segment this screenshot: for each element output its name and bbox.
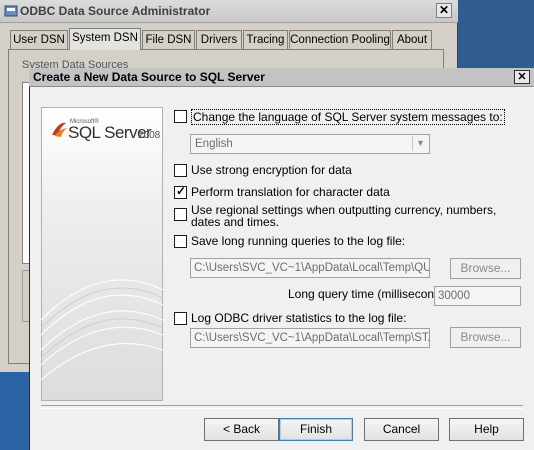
strong-encryption-checkbox[interactable] [174,164,187,177]
strong-encryption-label: Use strong encryption for data [191,163,352,177]
perform-translation-checkbox[interactable] [174,184,187,199]
back-button[interactable]: < Back [204,418,279,441]
tab-file-dsn[interactable]: File DSN [142,30,195,49]
dialog-close-button[interactable]: ✕ [514,70,530,84]
dialog-divider [41,405,523,409]
odbc-admin-close-button[interactable]: ✕ [436,3,452,18]
save-long-queries-checkbox[interactable] [174,235,187,248]
change-language-label: Change the language of SQL Server system… [191,109,505,125]
desktop-background-left [0,372,30,450]
long-query-log-path-input[interactable]: C:\Users\SVC_VC~1\AppData\Local\Temp\QUI [190,258,430,278]
tab-system-dsn[interactable]: System DSN [69,28,141,50]
help-button[interactable]: Help [449,418,524,441]
stats-log-path-input[interactable]: C:\Users\SVC_VC~1\AppData\Local\Temp\STA [190,328,430,348]
odbc-app-icon [4,5,18,17]
long-query-time-input[interactable]: 30000 [434,286,521,306]
perform-translation-label: Perform translation for character data [191,185,390,199]
chevron-down-icon: ▼ [412,136,428,151]
regional-settings-label: Use regional settings when outputting cu… [191,203,497,229]
tab-drivers[interactable]: Drivers [196,30,242,49]
long-query-time-label: Long query time (milliseconds): [288,287,455,301]
tab-connection-pooling[interactable]: Connection Pooling [289,30,391,49]
odbc-admin-title: ODBC Data Source Administrator [20,4,211,18]
desktop-background [458,0,534,72]
stats-browse-button[interactable]: Browse... [450,327,521,348]
tab-about[interactable]: About [392,30,432,49]
change-language-checkbox[interactable] [174,110,187,123]
tab-tracing[interactable]: Tracing [243,30,288,49]
dialog-title: Create a New Data Source to SQL Server [33,70,265,84]
save-long-queries-label: Save long running queries to the log fil… [191,234,406,248]
log-odbc-stats-checkbox[interactable] [174,312,187,325]
close-icon: ✕ [438,3,450,17]
decorative-swoosh [41,279,163,381]
logo-version-text: 2008 [138,130,161,141]
long-query-browse-button[interactable]: Browse... [450,258,521,279]
cancel-button[interactable]: Cancel [364,418,439,441]
sql-server-logo-icon [52,122,67,137]
language-select[interactable]: English [190,134,430,154]
tab-user-dsn[interactable]: User DSN [10,30,68,49]
log-odbc-stats-label: Log ODBC driver statistics to the log fi… [191,311,407,325]
regional-settings-checkbox[interactable] [174,208,187,221]
finish-button[interactable]: Finish [279,418,353,441]
close-icon: ✕ [517,71,527,83]
